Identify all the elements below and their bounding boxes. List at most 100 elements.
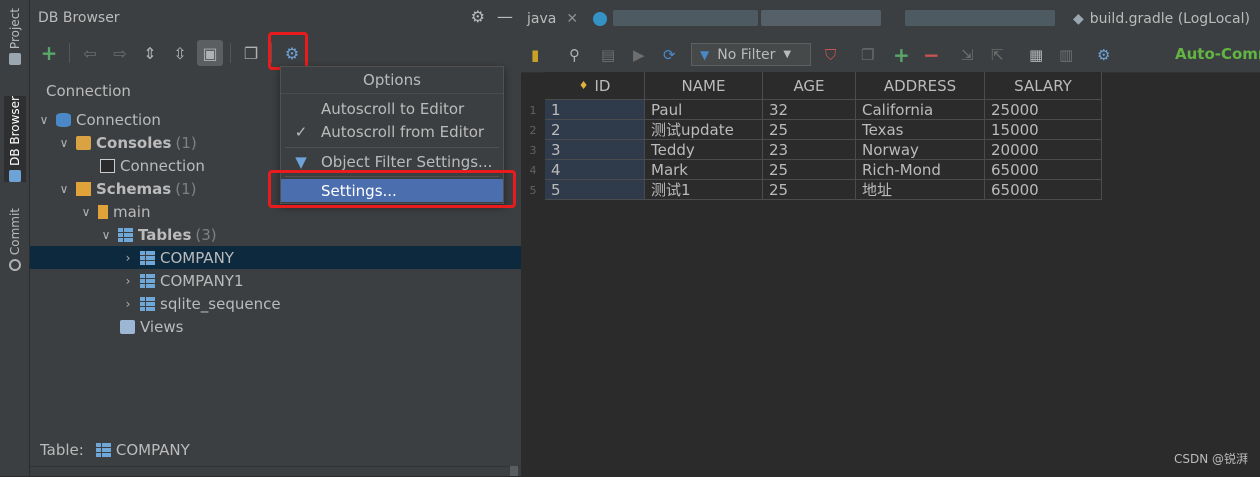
- grid-icon[interactable]: ▤: [601, 44, 615, 66]
- search-icon[interactable]: ⚲: [569, 44, 580, 66]
- cell-address[interactable]: 地址: [856, 180, 985, 200]
- tab-build-gradle[interactable]: ◆ build.gradle (LogLocal): [1073, 0, 1250, 38]
- table-row[interactable]: 4 Mark 25 Rich-Mond 65000: [545, 160, 1102, 180]
- cell-salary[interactable]: 25000: [985, 100, 1102, 120]
- filter-label: No Filter: [717, 46, 776, 63]
- editor-tab-bar: java ✕ ◆ build.gradle (LogLocal): [521, 0, 1260, 39]
- chevron-right-icon[interactable]: ›: [122, 251, 134, 265]
- remove-row-icon[interactable]: −: [923, 43, 940, 67]
- node-label: Connection: [120, 156, 205, 175]
- cell-id[interactable]: 2: [545, 120, 645, 140]
- duplicate-icon[interactable]: ❐: [861, 44, 874, 66]
- node-label: COMPANY1: [160, 271, 244, 290]
- cell-id[interactable]: 1: [545, 100, 645, 120]
- db-browser-tab-label: DB Browser: [8, 96, 22, 166]
- column-header-age[interactable]: AGE: [763, 72, 856, 100]
- table-row[interactable]: 1 Paul 32 California 25000: [545, 100, 1102, 120]
- project-tool-tab[interactable]: Project: [4, 8, 26, 66]
- autocommit-toggle[interactable]: Auto-Comm: [1175, 45, 1260, 63]
- column-header-name[interactable]: NAME: [645, 72, 763, 100]
- cell-name[interactable]: Teddy: [645, 140, 763, 160]
- chevron-down-icon[interactable]: ∨: [58, 182, 70, 196]
- cell-salary[interactable]: 65000: [985, 180, 1102, 200]
- db-browser-toolbar: + ⇦ ⇨ ⇕ ⇳ ▣ ❐ ⚙: [36, 40, 305, 66]
- menu-item-autoscroll-to-editor[interactable]: Autoscroll to Editor: [281, 97, 503, 120]
- chevron-down-icon[interactable]: ∨: [58, 136, 70, 150]
- cell-age[interactable]: 25: [763, 180, 856, 200]
- cell-id[interactable]: 5: [545, 180, 645, 200]
- settings-highlight-box: [268, 32, 308, 70]
- commit-tool-tab[interactable]: Commit: [4, 208, 26, 272]
- cell-id[interactable]: 4: [545, 160, 645, 180]
- reload-icon[interactable]: ⟳: [663, 44, 676, 66]
- commit-tab-label: Commit: [8, 208, 22, 256]
- column-header-salary[interactable]: SALARY: [985, 72, 1102, 100]
- back-icon[interactable]: ⇦: [77, 40, 103, 66]
- gear-icon[interactable]: ⚙: [471, 8, 485, 26]
- table-row[interactable]: 5 测试1 25 地址 65000: [545, 180, 1102, 200]
- chevron-down-icon[interactable]: ∨: [38, 113, 50, 127]
- record-view-icon[interactable]: ▦: [1029, 44, 1043, 66]
- vertical-scrollbar[interactable]: [510, 466, 518, 476]
- tables-icon: [118, 227, 133, 242]
- chevron-down-icon[interactable]: ∨: [80, 205, 92, 219]
- console-icon: [100, 158, 115, 173]
- expand-all-icon[interactable]: ⇕: [137, 40, 163, 66]
- cell-name[interactable]: Mark: [645, 160, 763, 180]
- cell-address[interactable]: Texas: [856, 120, 985, 140]
- tab-label: java: [527, 11, 557, 27]
- autoscroll-icon[interactable]: ▣: [197, 40, 223, 66]
- node-count: (1): [175, 179, 197, 198]
- row-number: 4: [529, 163, 537, 177]
- cell-address[interactable]: California: [856, 100, 985, 120]
- chevron-down-icon[interactable]: ∨: [100, 228, 112, 242]
- cell-address[interactable]: Rich-Mond: [856, 160, 985, 180]
- cell-id[interactable]: 3: [545, 140, 645, 160]
- cell-name[interactable]: 测试update: [645, 120, 763, 140]
- chevron-right-icon[interactable]: ›: [122, 297, 134, 311]
- commit-icon[interactable]: ⇲: [961, 44, 974, 66]
- column-header-id[interactable]: ♦ ID: [545, 72, 645, 100]
- db-browser-tool-tab[interactable]: DB Browser: [4, 96, 26, 182]
- add-icon[interactable]: +: [36, 40, 62, 66]
- tab-label: build.gradle (LogLocal): [1089, 11, 1250, 27]
- tree-node-tables[interactable]: ∨ Tables (3): [30, 223, 591, 246]
- close-icon[interactable]: ✕: [566, 11, 578, 27]
- rollback-icon[interactable]: ⇱: [991, 44, 1004, 66]
- tab-java[interactable]: java ✕: [527, 0, 578, 38]
- database-icon: [9, 169, 21, 182]
- gradle-icon: ◆: [1073, 11, 1084, 27]
- menu-item-autoscroll-from-editor[interactable]: ✓ Autoscroll from Editor: [281, 120, 503, 143]
- filter-icon: ▼: [700, 47, 710, 62]
- row-number: 5: [529, 183, 537, 197]
- cell-age[interactable]: 25: [763, 120, 856, 140]
- cell-name[interactable]: 测试1: [645, 180, 763, 200]
- footer-value: COMPANY: [115, 441, 190, 459]
- table-row[interactable]: 3 Teddy 23 Norway 20000: [545, 140, 1102, 160]
- delete-filter-icon[interactable]: ⛉: [825, 44, 836, 66]
- collapse-all-icon[interactable]: ⇳: [167, 40, 193, 66]
- table-icon: [140, 250, 155, 265]
- add-row-icon[interactable]: +: [893, 43, 910, 67]
- table-row[interactable]: 2 测试update 25 Texas 15000: [545, 120, 1102, 140]
- toolbar-separator: [69, 43, 70, 63]
- new-window-icon[interactable]: ❐: [238, 40, 264, 66]
- lock-icon[interactable]: ▮: [531, 44, 539, 66]
- cell-salary[interactable]: 65000: [985, 160, 1102, 180]
- grid-header-row: ♦ ID NAME AGE ADDRESS SALARY: [545, 72, 1102, 100]
- run-icon[interactable]: ▶: [633, 44, 645, 66]
- cell-age[interactable]: 32: [763, 100, 856, 120]
- cell-salary[interactable]: 15000: [985, 120, 1102, 140]
- filter-dropdown[interactable]: ▼ No Filter ▼: [691, 43, 811, 66]
- cell-name[interactable]: Paul: [645, 100, 763, 120]
- cell-address[interactable]: Norway: [856, 140, 985, 160]
- chevron-right-icon[interactable]: ›: [122, 274, 134, 288]
- compare-icon[interactable]: ▥: [1059, 44, 1073, 66]
- forward-icon[interactable]: ⇨: [107, 40, 133, 66]
- column-header-address[interactable]: ADDRESS: [856, 72, 985, 100]
- minimize-icon[interactable]: —: [497, 8, 513, 26]
- cell-salary[interactable]: 20000: [985, 140, 1102, 160]
- settings-icon[interactable]: ⚙: [1097, 44, 1110, 66]
- cell-age[interactable]: 23: [763, 140, 856, 160]
- cell-age[interactable]: 25: [763, 160, 856, 180]
